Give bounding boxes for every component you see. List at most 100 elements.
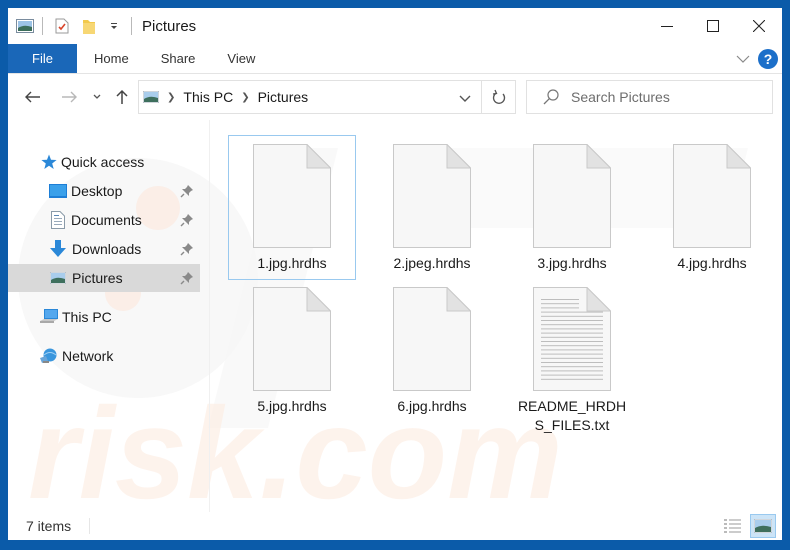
address-history-dropdown[interactable]	[459, 90, 471, 106]
title-bar: Pictures	[8, 8, 782, 44]
breadcrumb-separator: ❯	[167, 91, 176, 103]
tab-file[interactable]: File	[8, 44, 77, 73]
file-name: 5.jpg.hrdhs	[257, 398, 327, 414]
file-explorer-window: risk.com Pictures File Home Share View ?…	[8, 8, 782, 540]
forward-arrow-icon	[62, 91, 77, 103]
this-pc-icon	[40, 309, 58, 325]
sidebar-label: Network	[62, 348, 114, 364]
sidebar-item-documents[interactable]: Documents	[8, 206, 200, 234]
pin-icon[interactable]	[180, 242, 194, 259]
new-folder-icon[interactable]	[83, 18, 95, 34]
sidebar-label: Quick access	[61, 154, 145, 170]
search-input[interactable]	[571, 89, 761, 105]
downloads-icon	[50, 240, 66, 258]
sidebar-item-downloads[interactable]: Downloads	[8, 235, 200, 263]
file-item[interactable]: 6.jpg.hrdhs	[368, 278, 496, 423]
tab-view[interactable]: View	[211, 44, 271, 73]
window-controls	[644, 8, 782, 44]
sidebar-label: Downloads	[72, 241, 142, 257]
blank-file-icon	[393, 287, 471, 391]
up-arrow-icon	[116, 89, 128, 104]
quick-access-toolbar: Pictures	[16, 8, 196, 44]
customize-dropdown-icon[interactable]	[109, 21, 119, 31]
minimize-button[interactable]	[644, 8, 690, 44]
file-name: README_HRDHS_FILES.txt	[517, 398, 627, 433]
blank-file-icon	[533, 144, 611, 248]
refresh-button[interactable]	[482, 80, 516, 114]
pictures-icon	[50, 272, 66, 284]
pane-divider[interactable]	[209, 120, 210, 512]
documents-icon	[51, 211, 65, 229]
status-bar: 7 items	[8, 512, 782, 540]
details-view-icon	[724, 519, 741, 533]
pin-icon[interactable]	[180, 271, 194, 288]
minimize-icon	[661, 26, 673, 27]
file-item[interactable]: 1.jpg.hrdhs	[228, 135, 356, 280]
toolbar-separator	[42, 17, 43, 35]
sidebar-label: Desktop	[71, 183, 123, 199]
star-icon	[41, 154, 57, 170]
maximize-button[interactable]	[690, 8, 736, 44]
chevron-down-icon	[459, 95, 471, 102]
file-name: 6.jpg.hrdhs	[397, 398, 467, 414]
large-icons-view-button[interactable]	[750, 514, 776, 538]
sidebar-item-quick-access[interactable]: Quick access	[8, 148, 200, 176]
pin-icon[interactable]	[180, 213, 194, 230]
window-title: Pictures	[142, 17, 197, 35]
blank-file-icon	[253, 287, 331, 391]
file-name: 3.jpg.hrdhs	[537, 255, 607, 271]
sidebar-label: Documents	[71, 212, 142, 228]
back-button[interactable]	[24, 86, 42, 108]
chevron-down-icon	[736, 55, 750, 63]
blank-file-icon	[673, 144, 751, 248]
help-button[interactable]: ?	[758, 49, 778, 69]
sidebar-item-desktop[interactable]: Desktop	[8, 177, 200, 205]
navigation-bar: ❯ This PC ❯ Pictures	[8, 74, 782, 120]
status-separator	[89, 518, 91, 534]
search-box[interactable]	[526, 80, 773, 114]
navigation-pane: Quick access Desktop Documents Downloads…	[8, 126, 200, 511]
refresh-icon	[492, 89, 505, 104]
breadcrumb-this-pc[interactable]: This PC	[183, 89, 233, 105]
file-name: 1.jpg.hrdhs	[257, 255, 327, 271]
breadcrumb-pictures[interactable]: Pictures	[258, 89, 309, 105]
item-count: 7 items	[26, 518, 72, 534]
up-button[interactable]	[114, 86, 130, 108]
blank-file-icon	[393, 144, 471, 248]
recent-locations-button[interactable]	[92, 86, 102, 108]
pictures-location-icon	[143, 91, 159, 103]
expand-ribbon-button[interactable]	[736, 55, 750, 63]
sidebar-label: Pictures	[72, 270, 123, 286]
close-button[interactable]	[736, 8, 782, 44]
file-item[interactable]: README_HRDHS_FILES.txt	[508, 278, 636, 442]
ribbon-tabs: File Home Share View ?	[8, 44, 782, 74]
sidebar-item-this-pc[interactable]: This PC	[8, 303, 200, 331]
network-icon	[40, 348, 58, 364]
sidebar-item-pictures[interactable]: Pictures	[8, 264, 200, 292]
close-icon	[753, 20, 765, 32]
ribbon-right-controls: ?	[736, 44, 778, 74]
file-item[interactable]: 4.jpg.hrdhs	[648, 135, 776, 280]
properties-icon[interactable]	[55, 18, 69, 34]
tab-share[interactable]: Share	[145, 44, 212, 73]
file-name: 2.jpeg.hrdhs	[393, 255, 471, 271]
view-mode-buttons	[720, 514, 776, 538]
pin-icon[interactable]	[180, 184, 194, 201]
large-icons-view-icon	[754, 519, 772, 533]
details-view-button[interactable]	[720, 514, 746, 538]
file-list: 1.jpg.hrdhs 2.jpeg.hrdhs 3.jpg.hrdhs 4.jpg.…	[211, 120, 782, 512]
maximize-icon	[707, 20, 719, 32]
file-item[interactable]: 2.jpeg.hrdhs	[368, 135, 496, 280]
file-item[interactable]: 3.jpg.hrdhs	[508, 135, 636, 280]
pictures-folder-icon	[16, 19, 34, 33]
sidebar-label: This PC	[62, 309, 112, 325]
forward-button[interactable]	[60, 86, 78, 108]
sidebar-item-network[interactable]: Network	[8, 342, 200, 370]
tab-home[interactable]: Home	[77, 44, 145, 73]
search-icon	[543, 89, 559, 105]
file-name: 4.jpg.hrdhs	[677, 255, 747, 271]
chevron-down-icon	[93, 94, 101, 99]
address-bar[interactable]: ❯ This PC ❯ Pictures	[138, 80, 482, 114]
file-item[interactable]: 5.jpg.hrdhs	[228, 278, 356, 423]
breadcrumb-separator: ❯	[241, 91, 250, 103]
